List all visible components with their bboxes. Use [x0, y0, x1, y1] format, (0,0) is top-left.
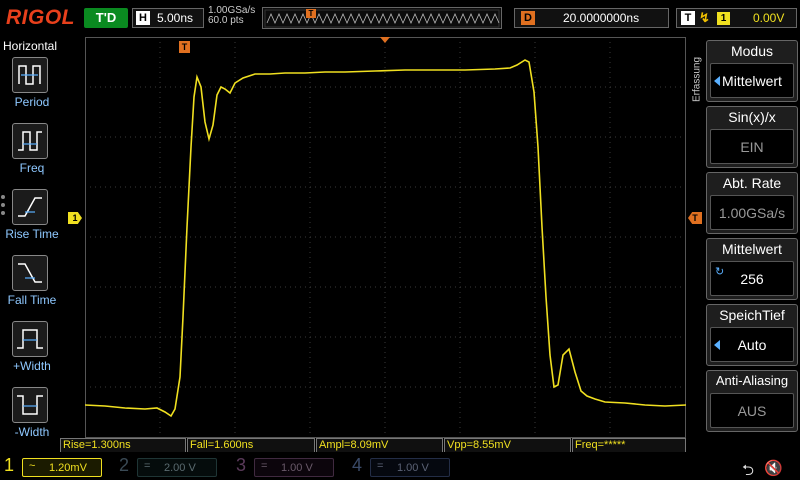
- horizontal-timebase-box[interactable]: H 5.00ns: [132, 8, 204, 28]
- rigol-logo: RIGOL: [6, 6, 75, 29]
- grid-lines: [85, 37, 686, 438]
- measurement-frequency[interactable]: Freq=*****: [572, 438, 686, 452]
- menu-item-label: Freq: [19, 161, 45, 175]
- horizontal-delay-box[interactable]: D 20.0000000ns: [514, 8, 669, 28]
- menu-item-label: -Width: [14, 425, 50, 439]
- menu-item-label: Fall Time: [7, 293, 57, 307]
- memory-trigger-marker: T: [306, 9, 316, 18]
- negative-width-icon: [12, 387, 48, 423]
- frequency-icon: [12, 123, 48, 159]
- averages-button[interactable]: Mittelwert ↻ 256: [706, 238, 798, 300]
- sinx-interpolation-button[interactable]: Sin(x)/x EIN: [706, 106, 798, 168]
- delay-value: 20.0000000ns: [563, 11, 640, 25]
- menu-item-title: Modus: [730, 43, 774, 59]
- measure-negative-width-button[interactable]: -Width: [4, 385, 60, 447]
- measurement-fall-time[interactable]: Fall=1.600ns: [187, 438, 315, 452]
- channel-status-bar: 1 ~ 1.20mV 2 = 2.00 V 3 = 1.00 V 4 = 1.0…: [0, 454, 800, 480]
- measurement-rise-time[interactable]: Rise=1.300ns: [60, 438, 186, 452]
- rising-edge-icon: ↯: [699, 10, 710, 25]
- dc-coupling-icon: =: [377, 460, 384, 472]
- measure-period-button[interactable]: Period: [4, 55, 60, 117]
- horizontal-center-marker: [380, 37, 390, 43]
- menu-item-value: EIN: [740, 139, 764, 155]
- channel-scale: 1.00 V: [281, 462, 313, 474]
- top-status-bar: RIGOL T'D H 5.00ns 1.00GSa/s 60.0 pts T …: [0, 0, 800, 36]
- period-icon: [12, 57, 48, 93]
- channel-number: 2: [119, 455, 130, 475]
- menu-item-value-box: Mittelwert: [710, 63, 794, 98]
- measure-fall-time-button[interactable]: Fall Time: [4, 253, 60, 315]
- measure-positive-width-button[interactable]: +Width: [4, 319, 60, 381]
- menu-item-value-box: EIN: [710, 129, 794, 164]
- menu-item-value: 1.00GSa/s: [718, 205, 786, 221]
- menu-item-value-box: ↻ 256: [710, 261, 794, 296]
- menu-item-value: 256: [740, 271, 764, 287]
- measurement-results-bar: Rise=1.300ns Fall=1.600ns Ampl=8.09mV Vp…: [60, 438, 686, 452]
- trigger-level: 0.00V: [753, 11, 785, 25]
- measure-frequency-button[interactable]: Freq: [4, 121, 60, 183]
- menu-item-value: AUS: [737, 403, 767, 419]
- memory-overview-strip[interactable]: T: [262, 7, 502, 29]
- measure-rise-time-button[interactable]: Rise Time: [4, 187, 60, 249]
- speaker-muted-icon[interactable]: 🔇: [764, 459, 783, 477]
- trigger-position-marker[interactable]: T: [179, 41, 190, 53]
- trigger-status-box[interactable]: T ↯ 1 0.00V: [676, 8, 797, 28]
- dc-coupling-icon: =: [261, 460, 268, 472]
- menu-item-title: SpeichTief: [719, 307, 785, 323]
- anti-aliasing-button[interactable]: Anti-Aliasing AUS: [706, 370, 798, 432]
- channel-number: 1: [4, 455, 15, 475]
- menu-item-value-box: Auto: [710, 327, 794, 362]
- sampling-info: 1.00GSa/s 60.0 pts: [208, 6, 255, 26]
- acquire-mode-button[interactable]: Modus Mittelwert: [706, 40, 798, 102]
- measurement-vpp[interactable]: Vpp=8.55mV: [444, 438, 571, 452]
- fall-time-icon: [12, 255, 48, 291]
- channel-scale: 2.00 V: [164, 462, 196, 474]
- menu-item-title: Abt. Rate: [722, 175, 782, 191]
- channel-settings-box: = 1.00 V: [254, 458, 334, 477]
- ch1-reference-marker[interactable]: 1: [68, 212, 82, 224]
- memory-depth-button[interactable]: SpeichTief Auto: [706, 304, 798, 366]
- delay-label: D: [521, 11, 535, 25]
- channel-scale: 1.00 V: [397, 462, 429, 474]
- menu-item-value: Mittelwert: [722, 73, 782, 89]
- menu-item-label: Rise Time: [5, 227, 59, 241]
- usb-icon: ⮌: [742, 462, 755, 479]
- waveform-grid[interactable]: [85, 37, 686, 438]
- menu-item-label: +Width: [13, 359, 51, 373]
- menu-item-title: Anti-Aliasing: [715, 373, 789, 388]
- channel-settings-box: = 2.00 V: [137, 458, 217, 477]
- menu-item-title: Mittelwert: [722, 241, 782, 257]
- menu-item-value-box: AUS: [710, 393, 794, 428]
- rise-time-icon: [12, 189, 48, 225]
- trigger-source: 1: [717, 12, 730, 25]
- measurement-amplitude[interactable]: Ampl=8.09mV: [316, 438, 443, 452]
- timebase-value: 5.00ns: [157, 11, 194, 25]
- menu-item-value: Auto: [737, 337, 767, 353]
- ac-coupling-icon: ~: [29, 460, 36, 472]
- measure-menu: Horizontal Period Freq Rise Time Fall Ti…: [0, 37, 62, 457]
- trigger-label: T: [681, 11, 695, 25]
- channel-settings-box: = 1.00 V: [370, 458, 450, 477]
- menu-item-title: Sin(x)/x: [728, 109, 776, 125]
- menu-item-label: Period: [14, 95, 50, 109]
- trigger-level-marker[interactable]: T: [688, 212, 702, 224]
- memory-points: 60.0 pts: [208, 15, 244, 26]
- acquire-menu-label: Erfassung: [691, 56, 703, 103]
- dc-coupling-icon: =: [144, 460, 151, 472]
- memory-waveform-preview: [264, 9, 500, 28]
- run-state-indicator[interactable]: T'D: [84, 8, 128, 28]
- menu-item-value-box: 1.00GSa/s: [710, 195, 794, 230]
- channel-number: 4: [352, 455, 363, 475]
- horizontal-label: H: [136, 11, 150, 25]
- sample-rate-button[interactable]: Abt. Rate 1.00GSa/s: [706, 172, 798, 234]
- positive-width-icon: [12, 321, 48, 357]
- channel-settings-box: ~ 1.20mV: [22, 458, 102, 477]
- channel-scale: 1.20mV: [49, 462, 87, 474]
- menu-title: Horizontal: [3, 39, 58, 53]
- channel-number: 3: [236, 455, 247, 475]
